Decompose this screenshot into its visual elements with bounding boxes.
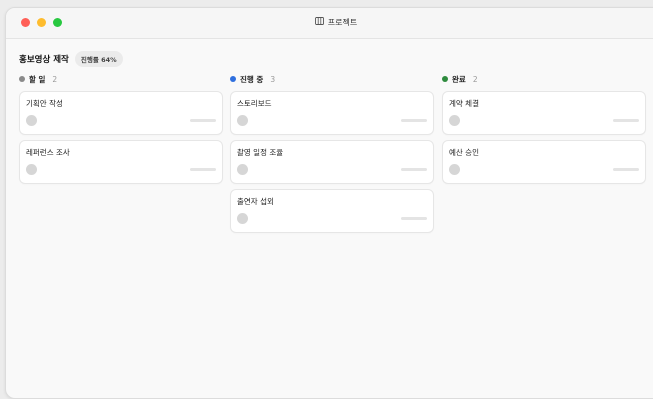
task-card[interactable]: 촬영 일정 조율: [230, 140, 434, 184]
status-dot-icon: [442, 76, 448, 82]
column-title: 진행 중: [240, 74, 264, 84]
task-card[interactable]: 예산 승인: [442, 140, 646, 184]
card-meta-placeholder: [190, 168, 216, 171]
column-todo: 할 일 2 기획안 작성 레퍼런스 조사: [19, 74, 223, 184]
card-meta-placeholder: [613, 119, 639, 122]
task-card-title: 예산 승인: [449, 148, 479, 157]
column-count: 3: [270, 74, 276, 84]
task-card-title: 계약 체결: [449, 99, 479, 108]
task-card[interactable]: 출연자 섭외: [230, 189, 434, 233]
card-meta-placeholder: [190, 119, 216, 122]
kanban-board-icon: [314, 17, 324, 28]
column-title: 할 일: [29, 74, 46, 84]
avatar: [237, 213, 248, 224]
app-window: 프로젝트 홍보영상 제작 진행률 64% 할 일 2 기획안 작성 레퍼런스 조: [5, 7, 653, 399]
avatar: [26, 115, 37, 126]
column-in-progress: 진행 중 3 스토리보드 촬영 일정 조율 출연자 섭외: [230, 74, 434, 233]
avatar: [26, 164, 37, 175]
task-card-title: 촬영 일정 조율: [237, 148, 284, 157]
column-count: 2: [472, 74, 478, 84]
avatar: [237, 164, 248, 175]
board: 홍보영상 제작 진행률 64% 할 일 2 기획안 작성 레퍼런스 조사 진행 …: [6, 39, 653, 398]
column-count: 2: [52, 74, 58, 84]
card-list: 스토리보드 촬영 일정 조율 출연자 섭외: [230, 91, 434, 233]
column-header: 진행 중 3: [230, 74, 434, 84]
task-card[interactable]: 기획안 작성: [19, 91, 223, 135]
window-title: 프로젝트: [6, 17, 653, 28]
progress-badge: 진행률 64%: [74, 51, 123, 67]
column-title: 완료: [452, 74, 466, 84]
task-card[interactable]: 계약 체결: [442, 91, 646, 135]
column-header: 할 일 2: [19, 74, 223, 84]
project-title: 홍보영상 제작: [19, 55, 69, 65]
card-meta-placeholder: [401, 168, 427, 171]
title-bar: 프로젝트: [6, 8, 653, 39]
column-header: 완료 2: [442, 74, 646, 84]
status-dot-icon: [19, 76, 25, 82]
status-dot-icon: [230, 76, 236, 82]
task-card[interactable]: 스토리보드: [230, 91, 434, 135]
task-card-title: 출연자 섭외: [237, 197, 274, 206]
avatar: [237, 115, 248, 126]
card-list: 계약 체결 예산 승인: [442, 91, 646, 184]
project-header: 홍보영상 제작 진행률 64%: [19, 51, 123, 67]
avatar: [449, 115, 460, 126]
task-card[interactable]: 레퍼런스 조사: [19, 140, 223, 184]
avatar: [449, 164, 460, 175]
card-list: 기획안 작성 레퍼런스 조사: [19, 91, 223, 184]
card-meta-placeholder: [613, 168, 639, 171]
task-card-title: 레퍼런스 조사: [26, 148, 70, 157]
task-card-title: 스토리보드: [237, 99, 272, 108]
card-meta-placeholder: [401, 217, 427, 220]
task-card-title: 기획안 작성: [26, 99, 63, 108]
card-meta-placeholder: [401, 119, 427, 122]
window-title-text: 프로젝트: [327, 18, 358, 27]
column-done: 완료 2 계약 체결 예산 승인: [442, 74, 646, 184]
